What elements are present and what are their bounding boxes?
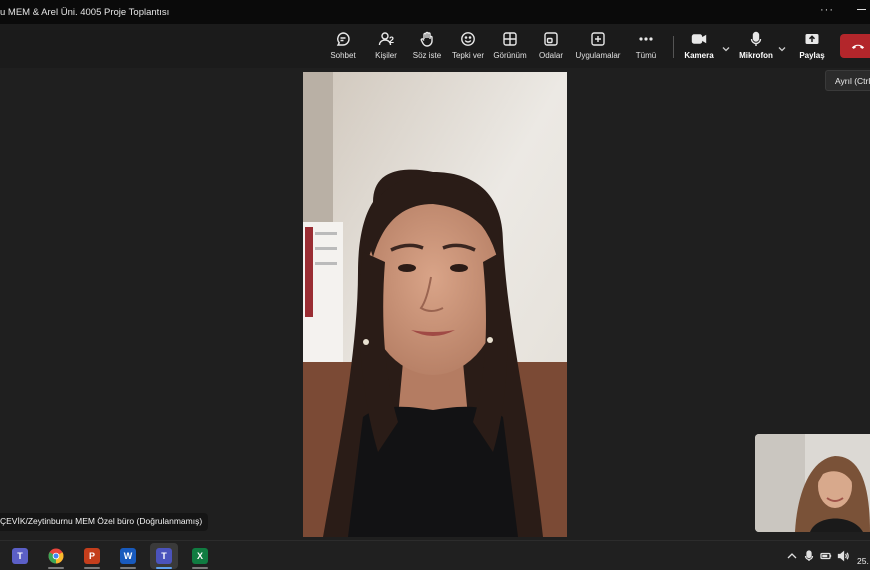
react-label: Tepki ver — [451, 51, 484, 60]
powerpoint-running-indicator — [84, 567, 100, 569]
more-label: Tümü — [635, 51, 657, 60]
tray-battery-icon[interactable] — [820, 549, 832, 563]
taskbar-teams-work[interactable]: T — [150, 543, 178, 569]
microphone-button[interactable]: Mikrofon — [739, 30, 773, 66]
apps-button[interactable]: Uygulamalar — [575, 30, 621, 66]
tray-microphone-icon[interactable] — [803, 549, 815, 563]
chat-label: Sohbet — [330, 51, 356, 60]
leave-tooltip: Ayrıl (Ctrl — [825, 70, 870, 91]
participant-video[interactable] — [303, 72, 567, 537]
tray-overflow-chevron[interactable] — [786, 549, 798, 563]
more-button[interactable]: Tümü — [633, 30, 659, 66]
chat-icon — [334, 30, 352, 48]
title-bar: u MEM & Arel Üni. 4005 Proje Toplantısı … — [0, 0, 870, 24]
smile-icon — [459, 30, 477, 48]
add-app-icon — [589, 30, 607, 48]
chrome-icon — [48, 548, 64, 564]
word-running-indicator — [120, 567, 136, 569]
grid-icon — [501, 30, 519, 48]
breakout-rooms-icon — [542, 30, 560, 48]
share-icon — [803, 30, 821, 48]
camera-label: Kamera — [684, 51, 714, 60]
more-icon — [637, 30, 655, 48]
people-count: 2 — [389, 35, 395, 45]
microphone-icon — [747, 30, 765, 48]
microphone-options-chevron[interactable] — [777, 41, 787, 52]
taskbar-excel[interactable]: X — [186, 543, 214, 569]
camera-options-chevron[interactable] — [721, 41, 731, 52]
camera-button[interactable]: Kamera — [684, 30, 714, 66]
excel-icon: X — [192, 548, 208, 564]
view-label: Görünüm — [493, 51, 527, 60]
leave-button[interactable] — [840, 34, 870, 58]
people-label: Kişiler — [375, 51, 397, 60]
participant-name-tag: ÇEVİK/Zeytinburnu MEM Özel büro (Doğrula… — [0, 513, 209, 531]
taskbar-powerpoint[interactable]: P — [78, 543, 106, 569]
teams-running-indicator — [156, 567, 172, 569]
taskbar-clock[interactable]: 25. — [857, 556, 869, 566]
chat-button[interactable]: Sohbet — [330, 30, 356, 66]
excel-running-indicator — [192, 567, 208, 569]
apps-label: Uygulamalar — [575, 51, 621, 60]
microphone-label: Mikrofon — [739, 51, 773, 60]
rooms-label: Odalar — [538, 51, 563, 60]
view-button[interactable]: Görünüm — [492, 30, 528, 66]
taskbar-chrome[interactable] — [42, 543, 70, 569]
phone-hangup-icon — [851, 44, 865, 49]
word-icon: W — [120, 548, 136, 564]
react-button[interactable]: Tepki ver — [451, 30, 485, 66]
participant-video-frame — [303, 72, 567, 537]
raise-hand-label: Söz iste — [412, 51, 442, 60]
minimize-button[interactable] — [857, 9, 866, 10]
taskbar-teams-personal[interactable]: T — [6, 543, 34, 569]
rooms-button[interactable]: Odalar — [538, 30, 564, 66]
people-button[interactable]: Kişiler — [373, 30, 399, 66]
windows-taskbar: T P W T X — [0, 540, 870, 570]
window-title: u MEM & Arel Üni. 4005 Proje Toplantısı — [0, 6, 170, 18]
window-more-button[interactable]: ··· — [820, 4, 834, 16]
share-button[interactable]: Paylaş — [799, 30, 825, 66]
teams-icon: T — [12, 548, 28, 564]
meeting-toolbar: Sohbet Kişiler 2 Söz iste Tepki ver Görü… — [0, 24, 870, 68]
powerpoint-icon: P — [84, 548, 100, 564]
teams-icon: T — [156, 548, 172, 564]
toolbar-divider — [673, 36, 674, 58]
tray-volume-icon[interactable] — [837, 549, 849, 563]
camera-icon — [690, 30, 708, 48]
chrome-running-indicator — [48, 567, 64, 569]
raise-hand-button[interactable]: Söz iste — [412, 30, 442, 66]
self-preview-frame — [755, 434, 870, 532]
self-preview-video[interactable] — [755, 434, 870, 532]
raise-hand-icon — [418, 30, 436, 48]
share-label: Paylaş — [799, 51, 825, 60]
taskbar-word[interactable]: W — [114, 543, 142, 569]
